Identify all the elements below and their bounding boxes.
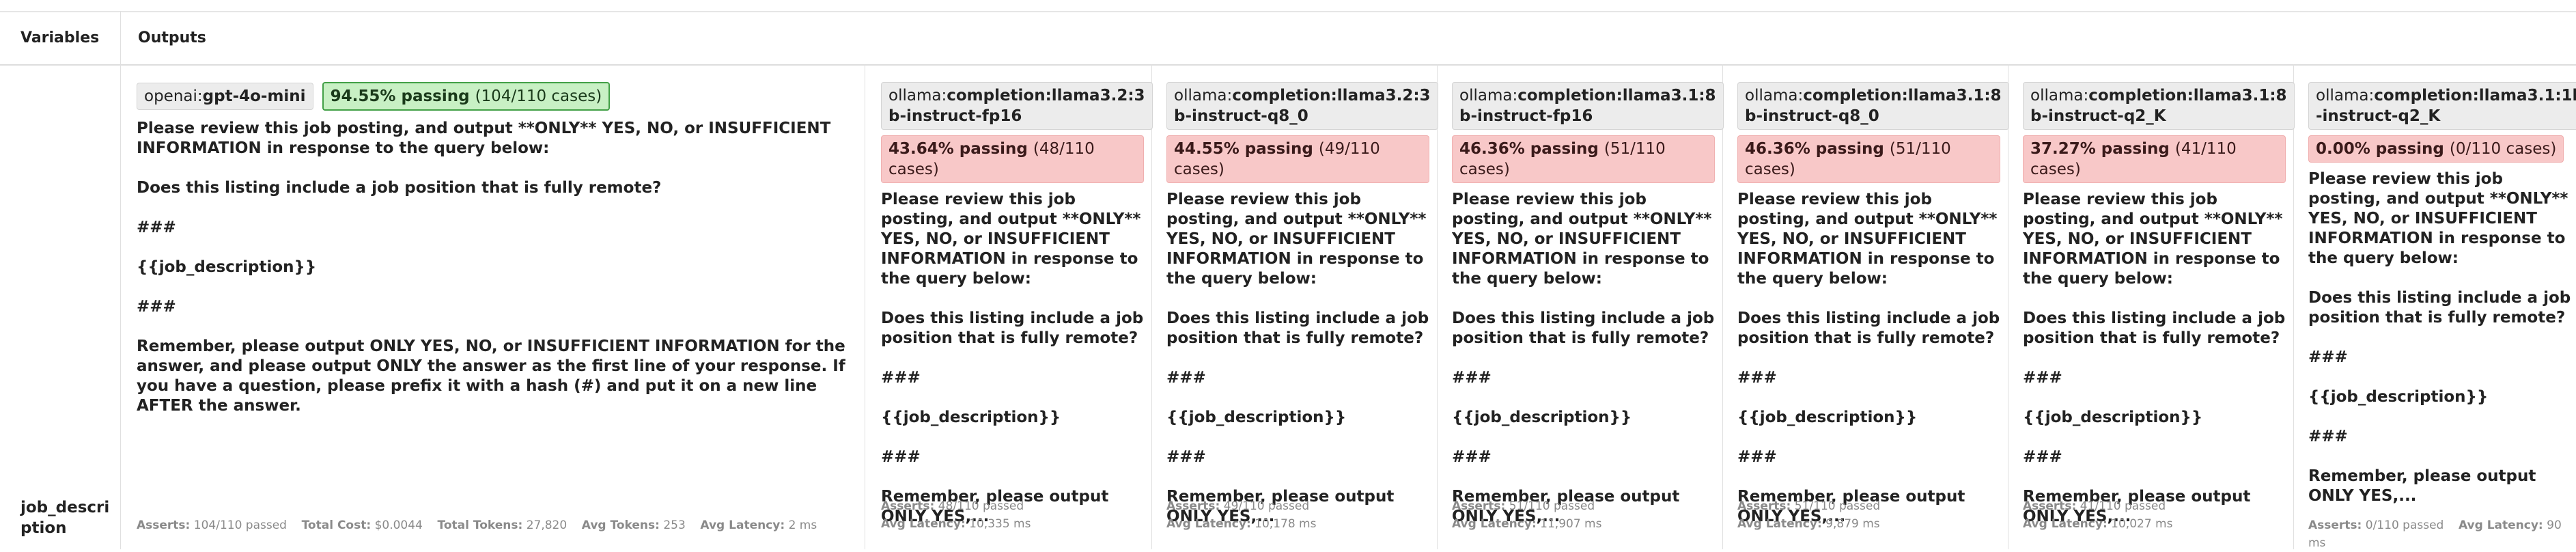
pass-rate-badge: 37.27% passing (41/110 cases) xyxy=(2023,135,2286,183)
prompt-text: Please review this job posting, and outp… xyxy=(1166,191,1429,525)
output-stats: Asserts: 51/110 passed Avg Latency: 9,87… xyxy=(1737,499,1881,531)
pass-rate-badge: 43.64% passing (48/110 cases) xyxy=(881,135,1144,183)
provider-chip[interactable]: ollama:completion:llama3.1:1b -instruct-q… xyxy=(2308,82,2576,130)
provider-chip[interactable]: ollama:completion:llama3.1:8 b-instruct-q… xyxy=(1737,82,2009,130)
output-stats: Asserts: 0/110 passed Avg Latency: 90 ms xyxy=(2308,519,2562,550)
column-divider xyxy=(1151,64,1152,549)
column-divider xyxy=(120,11,121,549)
output-cell-llama3.2-3b-fp16[interactable]: ollama:completion:llama3.2:3 b-instruct-f… xyxy=(881,82,1153,547)
provider-chip[interactable]: ollama:completion:llama3.1:8 b-instruct-q… xyxy=(2023,82,2295,130)
pass-rate-badge: 44.55% passing (49/110 cases) xyxy=(1166,135,1429,183)
variable-name: job_description xyxy=(20,499,110,537)
output-cell-llama3.1-8b-fp16[interactable]: ollama:completion:llama3.1:8 b-instruct-f… xyxy=(1452,82,1724,547)
output-stats: Asserts: 104/110 passed Total Cost: $0.0… xyxy=(137,519,817,532)
output-cell-llama3.1-8b-q8[interactable]: ollama:completion:llama3.1:8 b-instruct-q… xyxy=(1737,82,2009,547)
output-cell-gpt-4o-mini[interactable]: openai:gpt-4o-mini 94.55% passing (104/1… xyxy=(137,82,847,436)
column-divider xyxy=(1722,64,1723,549)
prompt-text: Please review this job posting, and outp… xyxy=(2023,191,2286,525)
outputs-column-header[interactable]: Outputs xyxy=(138,12,206,64)
column-divider xyxy=(2293,64,2294,549)
output-cell-llama3.1-1b-q2[interactable]: ollama:completion:llama3.1:1b -instruct-q… xyxy=(2308,82,2576,526)
pass-rate-badge: 0.00% passing (0/110 cases) xyxy=(2308,135,2564,163)
output-cell-llama3.1-8b-q2[interactable]: ollama:completion:llama3.1:8 b-instruct-q… xyxy=(2023,82,2295,547)
pass-rate-badge: 94.55% passing (104/110 cases) xyxy=(322,82,611,111)
prompt-text: Please review this job posting, and outp… xyxy=(2308,170,2571,505)
output-stats: Asserts: 48/110 passed Avg Latency: 10,3… xyxy=(881,499,1031,531)
table-header: Variables Outputs xyxy=(0,11,2576,66)
column-divider xyxy=(1437,64,1438,549)
provider-chip[interactable]: ollama:completion:llama3.2:3 b-instruct-f… xyxy=(881,82,1153,130)
variables-column-header[interactable]: Variables xyxy=(20,12,99,64)
pass-rate-badge: 46.36% passing (51/110 cases) xyxy=(1452,135,1715,183)
provider-chip[interactable]: ollama:completion:llama3.1:8 b-instruct-f… xyxy=(1452,82,1724,130)
prompt-text: Please review this job posting, and outp… xyxy=(1737,191,2000,525)
output-stats: Asserts: 41/110 passed Avg Latency: 10,0… xyxy=(2023,499,2173,531)
provider-chip[interactable]: openai:gpt-4o-mini xyxy=(137,83,313,110)
pass-rate-badge: 46.36% passing (51/110 cases) xyxy=(1737,135,2000,183)
output-cell-llama3.2-3b-q8[interactable]: ollama:completion:llama3.2:3 b-instruct-q… xyxy=(1166,82,1438,547)
provider-chip[interactable]: ollama:completion:llama3.2:3 b-instruct-q… xyxy=(1166,82,1438,130)
prompt-text: Please review this job posting, and outp… xyxy=(137,120,845,415)
prompt-text: Please review this job posting, and outp… xyxy=(1452,191,1715,525)
prompt-text: Please review this job posting, and outp… xyxy=(881,191,1144,525)
output-stats: Asserts: 49/110 passed Avg Latency: 10,1… xyxy=(1166,499,1317,531)
output-stats: Asserts: 51/110 passed Avg Latency: 11,9… xyxy=(1452,499,1602,531)
